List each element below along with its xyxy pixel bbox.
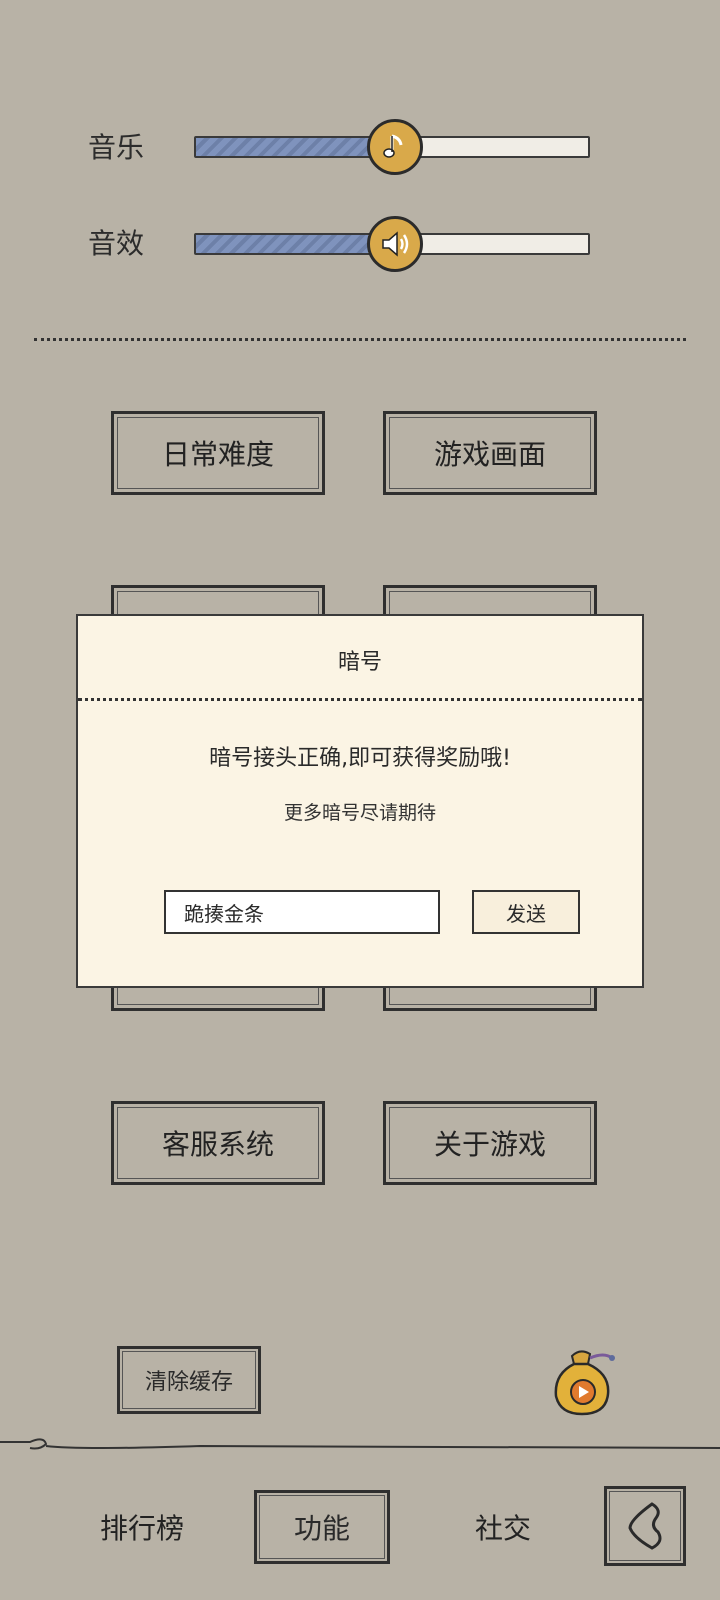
section-divider (34, 338, 686, 341)
sfx-label: 音效 (88, 227, 145, 260)
decorative-wave-line (0, 1438, 720, 1450)
music-label: 音乐 (88, 131, 145, 164)
sfx-slider-handle[interactable] (367, 216, 423, 272)
back-button[interactable] (604, 1486, 686, 1566)
lucky-bag-video-icon[interactable] (550, 1346, 620, 1418)
dialog-title: 暗号 (337, 650, 382, 675)
daily-difficulty-button[interactable]: 日常难度 (111, 411, 325, 495)
tab-social[interactable]: 社交 (475, 1507, 531, 1547)
tab-functions[interactable]: 功能 (254, 1490, 390, 1564)
music-note-icon (383, 134, 403, 158)
dialog-divider (78, 698, 642, 701)
send-button[interactable]: 发送 (472, 890, 580, 934)
music-slider-handle[interactable] (367, 119, 423, 175)
password-input[interactable]: 跪揍金条 (164, 890, 440, 934)
about-game-button[interactable]: 关于游戏 (383, 1101, 597, 1185)
sfx-slider-fill (196, 235, 368, 253)
clear-cache-button[interactable]: 清除缓存 (117, 1346, 261, 1414)
music-slider-fill (196, 138, 368, 156)
dialog-message: 暗号接头正确,即可获得奖励哦! (209, 746, 511, 771)
password-dialog: 暗号 暗号接头正确,即可获得奖励哦! 更多暗号尽请期待 跪揍金条 发送 (76, 614, 644, 988)
back-arrow-icon (628, 1502, 662, 1550)
dialog-subtext: 更多暗号尽请期待 (283, 802, 436, 824)
game-graphics-button[interactable]: 游戏画面 (383, 411, 597, 495)
speaker-icon (382, 231, 409, 257)
tab-leaderboard[interactable]: 排行榜 (100, 1507, 184, 1547)
customer-service-button[interactable]: 客服系统 (111, 1101, 325, 1185)
